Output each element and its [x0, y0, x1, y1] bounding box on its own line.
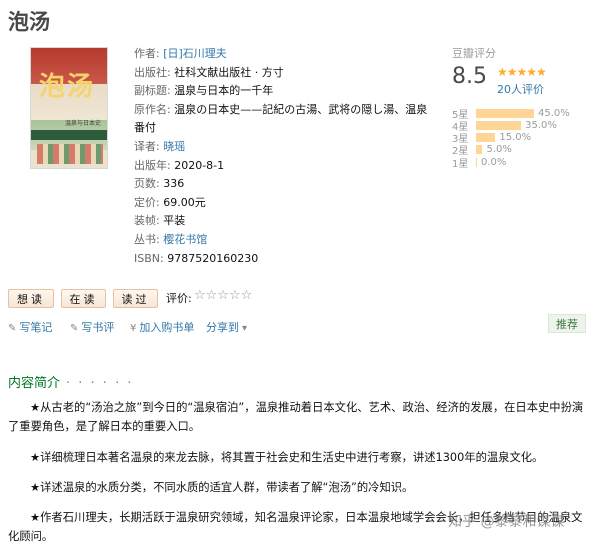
cover-illustration: [37, 144, 103, 164]
cover-title: 泡汤: [39, 72, 96, 102]
info-label: 副标题:: [134, 84, 171, 98]
info-value-link[interactable]: 樱花书馆: [163, 233, 207, 246]
rating-bar-label: 1星: [452, 158, 469, 170]
book-info: 作者: [日]石川理夫 出版社: 社科文献出版社 · 方寸 副标题: 温泉与日本的一…: [134, 45, 430, 268]
info-row: ISBN: 9787520160230: [134, 250, 430, 269]
info-value: 69.00元: [163, 195, 206, 209]
info-value: 336: [163, 177, 185, 191]
rating-bar-percent: 45.0%: [538, 107, 570, 119]
share-label: 分享到: [206, 321, 239, 334]
write-review-label: 写书评: [81, 321, 115, 334]
intro-paragraph-2: ★详细梳理日本著名温泉的来龙去脉，将其置于社会史和生活史中进行考察，讲述1300…: [30, 451, 544, 464]
rating-label: 豆瓣评分: [452, 47, 496, 60]
rating-bar-row: 1星 0.0%: [452, 156, 507, 170]
rating-bar-percent: 35.0%: [525, 119, 557, 131]
pencil-icon: ✎: [70, 323, 79, 334]
write-note-link[interactable]: ✎ 写笔记: [8, 319, 52, 335]
add-to-cart-link[interactable]: ¥ 加入购书单: [130, 319, 194, 335]
book-title: 泡汤: [8, 10, 50, 34]
intro-paragraph: ★详细梳理日本著名温泉的来龙去脉，将其置于社会史和生活史中进行考察，讲述1300…: [8, 448, 590, 467]
rating-bar: [476, 133, 496, 143]
intro-heading-dots: · · · · · ·: [66, 376, 134, 391]
share-link[interactable]: 分享到 ▾: [206, 319, 250, 335]
info-row: 出版社: 社科文献出版社 · 方寸: [134, 64, 430, 83]
info-value-link[interactable]: [日]石川理夫: [163, 47, 227, 60]
add-to-cart-label: 加入购书单: [139, 321, 195, 334]
read-button[interactable]: 读过: [113, 289, 158, 308]
rating-bar: [476, 120, 522, 130]
info-row: 页数: 336: [134, 175, 430, 194]
rating-count-link[interactable]: 20人评价: [497, 81, 544, 97]
rating-bar: [476, 108, 534, 118]
info-row: 出版年: 2020-8-1: [134, 157, 430, 176]
want-to-read-button[interactable]: 想读: [8, 289, 54, 308]
info-value: 社科文献出版社 · 方寸: [174, 65, 284, 79]
info-label: 页数:: [134, 177, 160, 191]
info-value: 9787520160230: [167, 251, 259, 265]
book-cover-image[interactable]: 泡汤 温泉与日本史: [30, 47, 108, 169]
chevron-down-icon: ▾: [242, 323, 248, 334]
info-value: 平装: [163, 214, 186, 228]
write-note-label: 写笔记: [19, 321, 53, 334]
info-value: 温泉与日本的一千年: [174, 84, 274, 98]
info-row: 定价: 69.00元: [134, 194, 430, 213]
info-value: 温泉の日本史——記紀の古湯、武将の隠し湯、温泉番付: [134, 102, 428, 135]
rating-stars-icon: ★★★★★: [497, 65, 547, 79]
info-label: 定价:: [134, 195, 160, 209]
info-row: 原作名: 温泉の日本史——記紀の古湯、武将の隠し湯、温泉番付: [134, 101, 430, 138]
info-label: 原作名:: [134, 102, 171, 116]
cover-subtitle: 温泉与日本史: [65, 120, 102, 127]
reading-button[interactable]: 在读: [61, 289, 106, 308]
yen-icon: ¥: [130, 323, 137, 334]
info-label: ISBN:: [134, 251, 164, 265]
intro-paragraph: ★详述温泉的水质分类，不同水质的适宜人群，带读者了解“泡汤”的冷知识。: [8, 478, 590, 497]
rate-label: 评价:: [166, 292, 192, 305]
info-value: 2020-8-1: [174, 158, 225, 172]
intro-heading: 内容简介 · · · · · ·: [8, 372, 133, 391]
intro-heading-text: 内容简介: [8, 376, 61, 391]
write-review-link[interactable]: ✎ 写书评: [70, 319, 114, 335]
info-value-link[interactable]: 晓瑶: [163, 140, 185, 153]
info-label: 丛书:: [134, 232, 160, 246]
intro-paragraph: ★从古老的“汤治之旅”到今日的“温泉宿泊”，温泉推动着日本文化、艺术、政治、经济…: [8, 398, 590, 436]
watermark: 知乎 @黎黎和谋谋: [448, 514, 565, 530]
intro-paragraph-3: ★详述温泉的水质分类，不同水质的适宜人群，带读者了解“泡汤”的冷知识。: [30, 481, 414, 494]
rating-bar-percent: 5.0%: [486, 144, 512, 156]
rating-bar: [476, 145, 483, 155]
info-label: 装帧:: [134, 214, 160, 228]
pencil-icon: ✎: [8, 323, 17, 334]
rating-score: 8.5: [452, 64, 487, 89]
info-label: 出版年:: [134, 158, 171, 172]
info-row: 丛书: 樱花书馆: [134, 231, 430, 250]
rating-bar-percent: 0.0%: [481, 156, 507, 168]
info-label: 作者:: [134, 47, 160, 60]
rating-bar-percent: 15.0%: [499, 132, 532, 144]
rate-stars-icon[interactable]: ☆☆☆☆☆: [194, 288, 252, 303]
info-row: 装帧: 平装: [134, 212, 430, 231]
intro-paragraph-1: ★从古老的“汤治之旅”到今日的“温泉宿泊”，温泉推动着日本文化、艺术、政治、经济…: [8, 401, 584, 433]
info-label: 译者:: [134, 139, 160, 153]
info-row: 作者: [日]石川理夫: [134, 45, 430, 64]
info-row: 副标题: 温泉与日本的一千年: [134, 82, 430, 101]
douban-rating: 豆瓣评分 8.5 ★★★★★ 20人评价 5星 45.0% 4星 35.0% 3星 15.…: [452, 45, 592, 170]
rating-bar: [476, 157, 477, 167]
recommend-button[interactable]: 推荐: [548, 314, 586, 333]
info-label: 出版社:: [134, 65, 171, 79]
cover-band: [31, 130, 107, 140]
info-row: 译者: 晓瑶: [134, 138, 430, 157]
